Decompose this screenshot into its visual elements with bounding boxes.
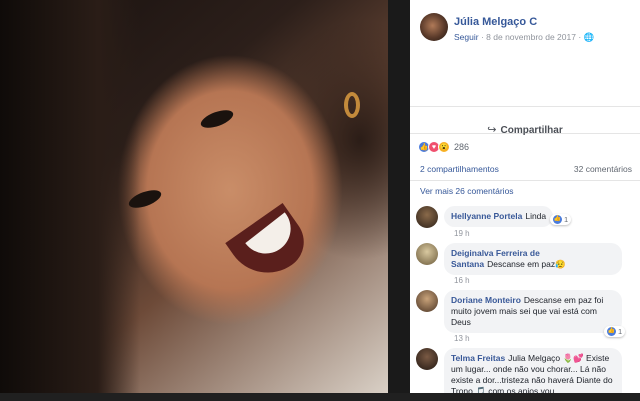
share-arrow-icon: ↪ [487,124,497,136]
view-more-comments-link[interactable]: Ver mais 26 comentários [420,186,514,196]
commenter-avatar[interactable] [416,206,438,228]
reactions-summary[interactable]: 👍 ♥ 😮 286 [418,140,469,154]
share-button[interactable]: ↪ Compartilhar [410,106,640,136]
post-meta: Seguir · 8 de novembro de 2017 · 🌐 [454,32,594,43]
post-side-panel: Júlia Melgaço C Seguir · 8 de novembro d… [410,0,640,393]
comment-like-count: 1 [618,327,623,336]
like-icon: 👍 [607,327,616,336]
comment-author[interactable]: Doriane Monteiro [451,295,521,305]
comment-author[interactable]: Telma Freitas [451,353,505,363]
post-header: Júlia Melgaço C Seguir · 8 de novembro d… [410,0,640,50]
comment-time[interactable]: 19 h [454,229,470,238]
divider [410,180,640,181]
viewer-divider [388,0,410,401]
author-avatar[interactable] [420,13,448,41]
photo-hair [0,0,140,393]
comments-count-link[interactable]: 32 comentários [574,164,632,174]
comment-time[interactable]: 16 h [454,276,470,285]
comment-bubble: Telma Freitas Julia Melgaço 🌷💕 Existe um … [444,348,622,393]
wow-icon: 😮 [438,141,450,153]
comment-bubble: Deiginalva Ferreira de Santana Descanse e… [444,243,622,275]
meta-separator-2: · [578,32,582,42]
globe-icon: 🌐 [583,32,595,42]
post-photo[interactable] [0,0,388,393]
comment-author[interactable]: Hellyanne Portela [451,211,522,221]
viewer-bottom-bar [0,393,640,401]
comment-bubble: Hellyanne Portela Linda [444,206,554,227]
photo-earring [344,92,360,118]
author-name[interactable]: Júlia Melgaço C [454,16,537,28]
comment-like-badge[interactable]: 👍 1 [604,326,626,337]
comment-like-badge[interactable]: 👍 1 [550,214,572,225]
comment-like-count: 1 [564,215,569,224]
post-stats: 2 compartilhamentos 32 comentários [420,164,632,174]
follow-link[interactable]: Seguir [454,32,479,42]
share-label: Compartilhar [500,125,563,136]
post-date[interactable]: 8 de novembro de 2017 [486,32,576,42]
shares-count-link[interactable]: 2 compartilhamentos [420,164,499,174]
commenter-avatar[interactable] [416,348,438,370]
reaction-count: 286 [454,142,470,152]
comment-text: Linda [525,211,547,221]
meta-separator: · [480,32,484,42]
commenter-avatar[interactable] [416,243,438,265]
photo-eye-right [198,106,236,132]
like-icon: 👍 [553,215,562,224]
comment-time[interactable]: 13 h [454,334,470,343]
commenter-avatar[interactable] [416,290,438,312]
comment-bubble: Doriane Monteiro Descanse em paz foi muit… [444,290,622,333]
comment-text: Descanse em paz😥 [487,259,566,269]
